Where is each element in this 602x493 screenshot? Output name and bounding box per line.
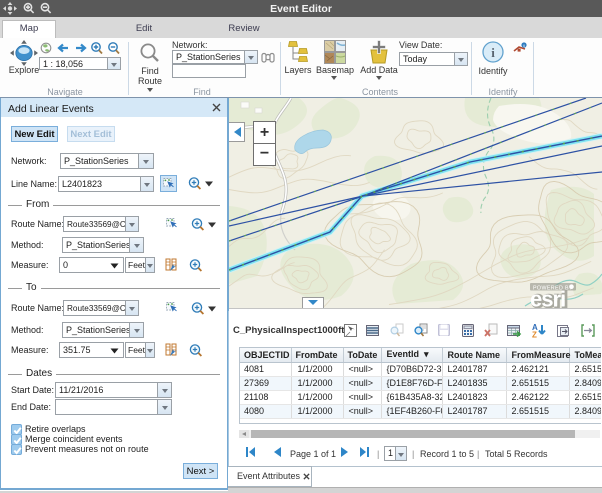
svg-text:esri: esri (530, 287, 565, 309)
svg-text:Z: Z (532, 331, 537, 339)
svg-text:i: i (491, 45, 495, 60)
